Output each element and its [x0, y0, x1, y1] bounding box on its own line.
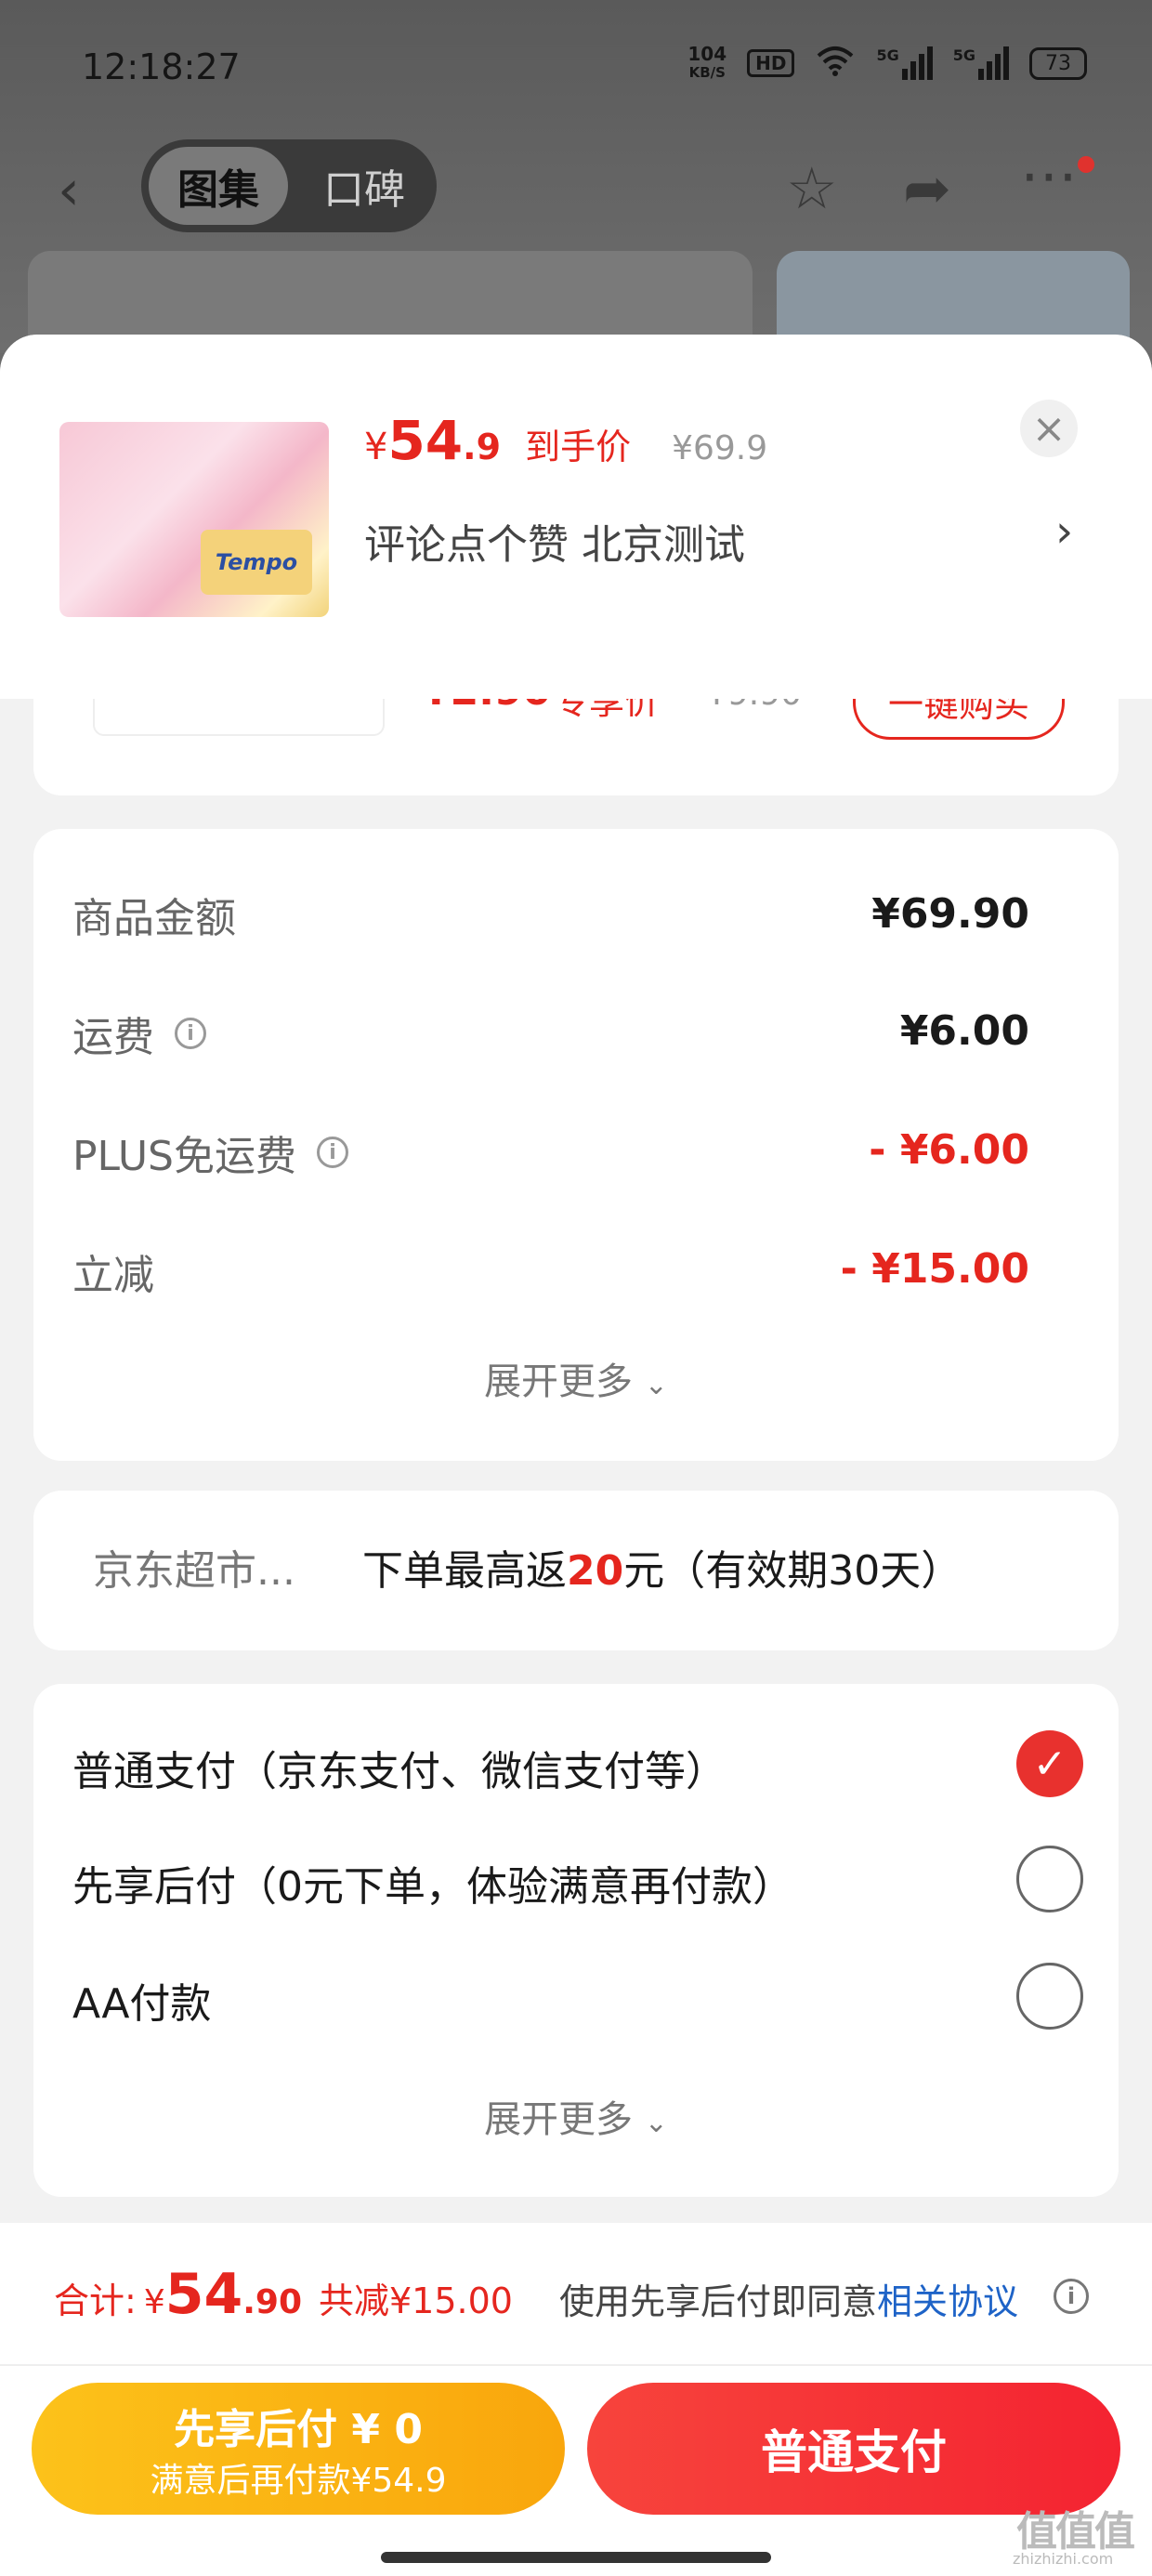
expand-more-button[interactable]: 展开更多 ⌄ — [33, 2089, 1119, 2143]
home-indicator[interactable] — [381, 2552, 771, 2563]
addon-row: ¥2.90 专享价 ¥9.90 一键购买 — [33, 695, 1119, 756]
battery-icon: 73 — [1029, 46, 1087, 80]
promo-highlight: 20 — [567, 1547, 624, 1595]
watermark: 值值值 — [1016, 2508, 1135, 2556]
status-time: 12:18:27 — [82, 46, 241, 87]
goods-amount-value: ¥69.90 — [871, 890, 1029, 938]
discount-value: - ¥15.00 — [840, 1245, 1029, 1293]
price-tag: 到手价 — [525, 427, 632, 467]
addon-thumbnail — [93, 695, 385, 736]
total-decimal: .90 — [242, 2283, 302, 2321]
chevron-down-icon: ⌄ — [644, 1369, 668, 1401]
total-integer: 54 — [164, 2262, 243, 2327]
radio-checked-icon[interactable]: ✓ — [1016, 1730, 1083, 1797]
divider — [0, 2364, 1152, 2366]
watermark-url: zhizhizhi.com — [1013, 2550, 1114, 2568]
network-speed-unit: KB/S — [688, 64, 726, 81]
info-icon[interactable]: i — [317, 1137, 348, 1168]
info-icon[interactable]: i — [1054, 2279, 1089, 2314]
close-icon[interactable]: × — [1020, 400, 1078, 457]
hd-icon: HD — [747, 49, 795, 77]
signal-label-1: 5G — [876, 46, 899, 64]
price-summary-card: 商品金额 ¥69.90 运费 i ¥6.00 PLUS免运费 i - ¥6.00 立… — [33, 829, 1119, 1461]
network-speed: 104 KB/S — [687, 45, 727, 82]
segment-control: 图集 口碑 — [141, 139, 437, 232]
checkout-footer: 合计: ¥ 54 .90 共减¥15.00 使用先享后付即同意相关协议 i 先享… — [0, 2223, 1152, 2576]
normal-pay-button[interactable]: 普通支付 — [587, 2383, 1120, 2515]
more-icon[interactable]: ⋯ — [1020, 141, 1078, 209]
network-speed-value: 104 — [687, 43, 727, 65]
agreement-prefix: 使用先享后付即同意 — [559, 2281, 878, 2322]
summary-row-label: PLUS免运费 i — [72, 1123, 348, 1182]
addon-price-tag: 专享价 — [554, 695, 661, 722]
summary-row-label: 立减 — [72, 1242, 154, 1301]
discount-label: 立减 — [72, 1252, 154, 1299]
total-currency: ¥ — [143, 2283, 165, 2321]
signal-icon-1: 5G — [876, 46, 933, 80]
product-price: ¥ 54 .9 到手价 ¥69.9 — [364, 409, 767, 472]
share-icon[interactable]: ➦ — [903, 154, 951, 222]
promo-card[interactable]: 京东超市... 下单最高返20元（有效期30天） — [33, 1491, 1119, 1650]
pay-later-subtitle: 满意后再付款¥54.9 — [150, 2462, 447, 2500]
agreement-link[interactable]: 相关协议 — [877, 2281, 1018, 2322]
signal-label-2: 5G — [952, 46, 975, 64]
wifi-icon — [815, 45, 856, 82]
signal-icon-2: 5G — [953, 46, 1009, 80]
radio-unchecked-icon[interactable] — [1016, 1963, 1083, 2030]
tab-gallery[interactable]: 图集 — [149, 147, 288, 225]
goods-amount-label: 商品金额 — [72, 895, 236, 942]
info-icon[interactable]: i — [175, 1018, 206, 1049]
top-nav: ‹ 图集 口碑 ☆ ➦ ⋯ — [0, 139, 1152, 242]
total-saving: 共减¥15.00 — [319, 2280, 513, 2321]
shipping-label: 运费 — [72, 1014, 154, 1061]
radio-unchecked-icon[interactable] — [1016, 1846, 1083, 1912]
notification-dot — [1078, 156, 1094, 173]
agreement-text: 使用先享后付即同意相关协议 — [559, 2273, 1018, 2324]
payment-option-pay-later[interactable]: 先享后付（0元下单，体验满意再付款） — [72, 1853, 793, 1912]
price-currency: ¥ — [364, 426, 388, 468]
promo-text-after: 元（有效期30天） — [623, 1547, 962, 1595]
sheet-header: Tempo ¥ 54 .9 到手价 ¥69.9 × 评论点个赞 北京测试 › — [0, 335, 1152, 699]
payment-method-card: 普通支付（京东支付、微信支付等） ✓ 先享后付（0元下单，体验满意再付款） AA… — [33, 1684, 1119, 2197]
delivery-address[interactable]: 评论点个赞 北京测试 — [364, 511, 745, 571]
pay-later-title: 先享后付 ¥ 0 — [174, 2406, 423, 2453]
pay-later-button[interactable]: 先享后付 ¥ 0 满意后再付款¥54.9 — [32, 2383, 565, 2515]
summary-row-label: 运费 i — [72, 1004, 206, 1063]
expand-more-button[interactable]: 展开更多 ⌄ — [33, 1351, 1119, 1405]
summary-row-label: 商品金额 — [72, 885, 236, 944]
product-thumbnail: Tempo — [59, 422, 329, 617]
plus-free-shipping-label: PLUS免运费 — [72, 1133, 296, 1180]
order-total: 合计: ¥ 54 .90 共减¥15.00 — [54, 2262, 513, 2327]
status-icons: 104 KB/S HD 5G 5G 73 — [687, 45, 1087, 82]
chevron-left-icon[interactable]: ‹ — [58, 158, 80, 223]
chevron-right-icon[interactable]: › — [1055, 506, 1073, 558]
original-price: ¥69.9 — [672, 429, 768, 467]
product-brand-label: Tempo — [201, 530, 312, 595]
total-label: 合计: — [54, 2280, 137, 2321]
promo-label: 京东超市... — [93, 1547, 295, 1595]
tab-reviews[interactable]: 口碑 — [308, 147, 420, 225]
star-icon[interactable]: ☆ — [786, 154, 838, 222]
expand-more-label: 展开更多 — [484, 1360, 634, 1403]
promo-text-before: 下单最高返 — [362, 1547, 567, 1595]
price-integer: 54 — [387, 409, 464, 472]
status-bar: 12:18:27 104 KB/S HD 5G 5G 73 — [0, 28, 1152, 112]
plus-free-shipping-value: - ¥6.00 — [869, 1126, 1029, 1174]
price-decimal: .9 — [463, 427, 502, 467]
shipping-value: ¥6.00 — [899, 1007, 1029, 1055]
expand-more-label: 展开更多 — [484, 2098, 634, 2141]
chevron-down-icon: ⌄ — [644, 2107, 668, 2139]
one-click-buy-button[interactable]: 一键购买 — [853, 695, 1065, 740]
payment-option-normal[interactable]: 普通支付（京东支付、微信支付等） — [72, 1738, 727, 1797]
payment-option-aa[interactable]: AA付款 — [72, 1970, 211, 2030]
promo-text: 下单最高返20元（有效期30天） — [362, 1537, 962, 1597]
